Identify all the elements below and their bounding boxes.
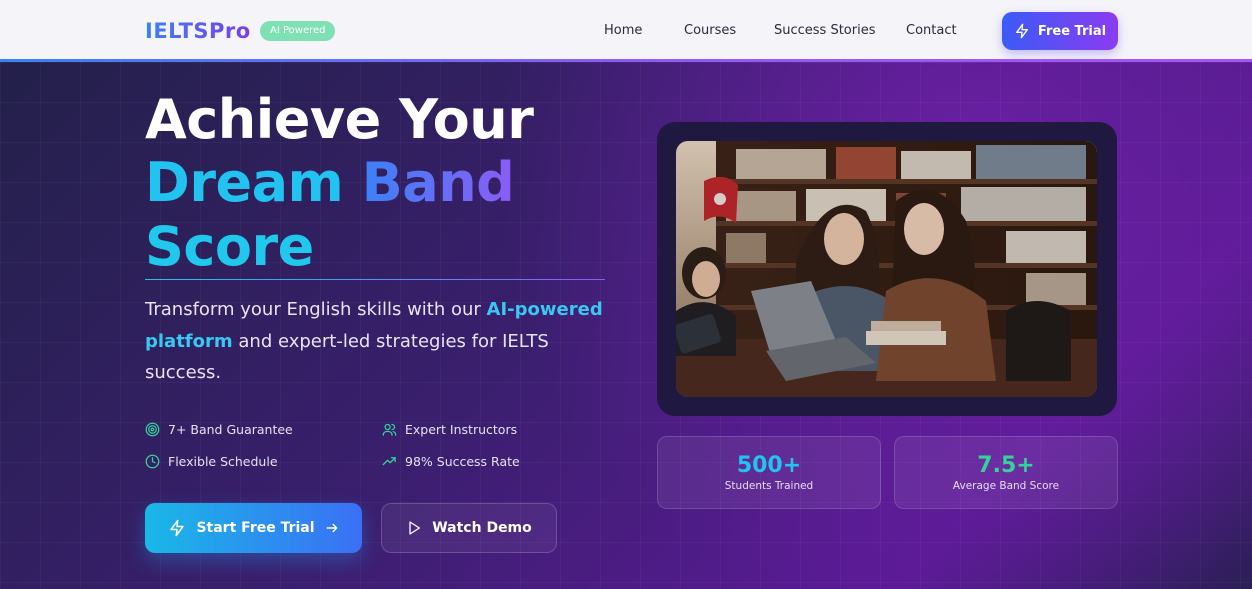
lightning-icon — [1015, 23, 1028, 39]
nav-link-courses[interactable]: Courses — [684, 23, 736, 38]
clock-icon — [145, 454, 160, 469]
nav-link-home[interactable]: Home — [604, 23, 642, 38]
trending-up-icon — [382, 457, 396, 466]
watch-demo-label: Watch Demo — [432, 520, 532, 536]
start-free-trial-button[interactable]: Start Free Trial — [145, 503, 362, 553]
hero-heading-line1: Achieve Your — [145, 88, 534, 151]
hero-description: Transform your English skills with our A… — [145, 299, 603, 383]
stat-value-band-score: 7.5+ — [977, 453, 1035, 478]
nav-link-success-stories[interactable]: Success Stories — [774, 23, 876, 38]
hero-heading-line3: Score — [145, 215, 314, 278]
play-icon — [409, 521, 421, 535]
stat-label-band-score: Average Band Score — [952, 480, 1060, 492]
free-trial-button[interactable]: Free Trial — [1002, 12, 1118, 50]
hero-heading-line2: Dream Band — [145, 151, 515, 214]
ai-powered-badge: AI Powered — [260, 21, 336, 41]
start-free-trial-label: Start Free Trial — [196, 520, 315, 536]
hero-image-frame — [657, 122, 1117, 416]
heading-underline — [145, 279, 605, 280]
free-trial-label: Free Trial — [1037, 23, 1107, 39]
lightning-icon — [170, 519, 185, 537]
watch-demo-button[interactable]: Watch Demo — [381, 503, 557, 553]
arrow-right-icon — [326, 523, 337, 533]
hero-heading-dream: Dream — [145, 151, 344, 214]
stat-card-students: 500+ Students Trained — [657, 436, 881, 509]
users-icon — [382, 423, 397, 436]
top-navbar: IELTSPro AI Powered Home Courses Success… — [0, 0, 1252, 62]
hero-heading-band: Band — [361, 151, 515, 214]
feature-expert-instructors: Expert Instructors — [382, 422, 517, 437]
feature-flexible-schedule: Flexible Schedule — [145, 454, 278, 469]
stat-card-band-score: 7.5+ Average Band Score — [894, 436, 1118, 509]
nav-link-contact[interactable]: Contact — [906, 23, 957, 38]
brand-logo[interactable]: IELTSPro — [145, 19, 251, 43]
stat-value-students: 500+ — [736, 453, 802, 478]
feature-band-guarantee: 7+ Band Guarantee — [145, 422, 293, 437]
hero-section: Achieve Your Dream Band Score Transform … — [0, 62, 1252, 589]
stat-label-students: Students Trained — [724, 480, 814, 492]
students-library-photo — [676, 141, 1097, 397]
library-illustration — [676, 141, 1097, 397]
feature-success-rate: 98% Success Rate — [382, 454, 520, 469]
target-icon — [145, 422, 160, 437]
